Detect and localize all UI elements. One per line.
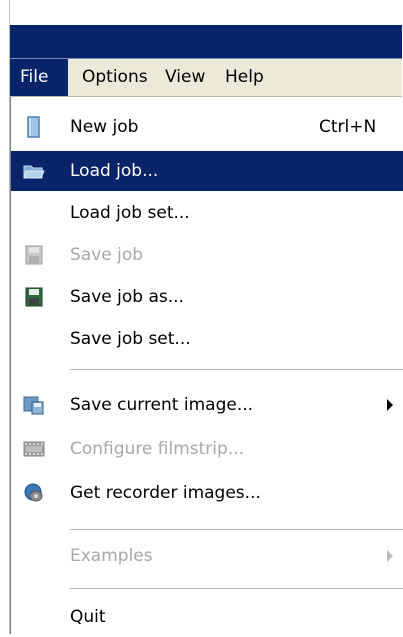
new-job-shortcut: Ctrl+N xyxy=(319,117,377,137)
menu-separator xyxy=(70,588,403,590)
menu-view[interactable]: View xyxy=(155,59,215,96)
menu-item-save-job-as[interactable]: Save job as... xyxy=(11,277,403,317)
save-job-as-label: Save job as... xyxy=(70,287,184,307)
menu-item-save-job[interactable]: Save job xyxy=(11,235,403,275)
menu-item-new-job[interactable]: New job Ctrl+N xyxy=(11,107,403,147)
menu-separator xyxy=(70,369,403,371)
menu-item-load-job[interactable]: Load job... xyxy=(11,151,403,191)
new-document-icon xyxy=(27,116,40,138)
file-menu-dropdown: New job Ctrl+N Load job... Load job set.… xyxy=(10,97,403,634)
menu-help[interactable]: Help xyxy=(215,59,274,96)
configure-filmstrip-label: Configure filmstrip... xyxy=(70,439,245,459)
recorder-icon xyxy=(24,483,43,502)
title-bar xyxy=(10,25,402,59)
menu-options[interactable]: Options xyxy=(72,59,158,96)
menu-item-get-recorder-images[interactable]: Get recorder images... xyxy=(11,473,403,513)
quit-label: Quit xyxy=(70,607,106,627)
menu-separator xyxy=(70,529,403,531)
new-job-label: New job xyxy=(70,117,139,137)
floppy-disk-icon xyxy=(25,245,43,265)
examples-label: Examples xyxy=(70,546,153,566)
menu-item-load-job-set[interactable]: Load job set... xyxy=(11,193,403,233)
load-job-label: Load job... xyxy=(70,161,159,181)
menu-item-save-current-image[interactable]: Save current image... xyxy=(11,385,403,425)
save-job-label: Save job xyxy=(70,245,144,265)
submenu-arrow-icon xyxy=(387,550,393,562)
menu-item-save-job-set[interactable]: Save job set... xyxy=(11,319,403,359)
application-window: File Options View Help New job Ctrl+N Lo… xyxy=(9,0,403,634)
save-job-set-label: Save job set... xyxy=(70,329,191,349)
menu-file[interactable]: File xyxy=(10,59,68,96)
floppy-disk-save-as-icon xyxy=(25,287,43,307)
submenu-arrow-icon xyxy=(387,399,393,411)
load-job-set-label: Load job set... xyxy=(70,203,190,223)
get-recorder-images-label: Get recorder images... xyxy=(70,483,261,503)
menu-item-quit[interactable]: Quit xyxy=(11,597,403,637)
save-current-image-label: Save current image... xyxy=(70,395,254,415)
menu-item-configure-filmstrip[interactable]: Configure filmstrip... xyxy=(11,429,403,469)
menu-item-examples[interactable]: Examples xyxy=(11,536,403,576)
save-image-icon xyxy=(23,396,44,415)
filmstrip-icon xyxy=(23,441,45,457)
menu-bar: File Options View Help xyxy=(10,59,402,97)
open-folder-icon xyxy=(23,165,45,179)
